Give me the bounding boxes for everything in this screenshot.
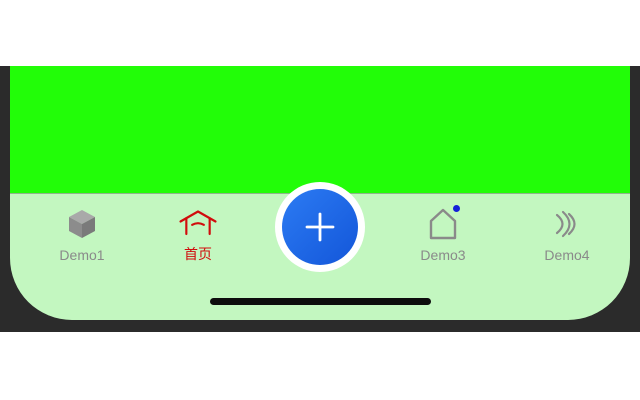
tab-label: Demo4 (544, 247, 590, 263)
house-outline-icon (423, 204, 463, 244)
house-roof-icon (178, 204, 218, 244)
notification-badge (453, 205, 460, 212)
home-indicator[interactable] (210, 298, 431, 305)
signal-waves-icon (547, 204, 587, 244)
tab-home[interactable]: 首页 (143, 204, 253, 274)
tab-label: Demo1 (59, 247, 105, 263)
cube-icon (62, 204, 102, 244)
tab-demo1[interactable]: Demo1 (27, 204, 137, 274)
app-screen: Demo1 首页 Demo3 Demo4 (10, 66, 630, 320)
tab-demo3[interactable]: Demo3 (388, 204, 498, 274)
content-area (10, 66, 630, 194)
tab-label: 首页 (184, 246, 212, 262)
plus-icon (305, 212, 335, 242)
tab-label: Demo3 (420, 247, 466, 263)
tab-demo4[interactable]: Demo4 (512, 204, 622, 274)
add-button[interactable] (275, 182, 365, 272)
add-button-circle (282, 189, 358, 265)
